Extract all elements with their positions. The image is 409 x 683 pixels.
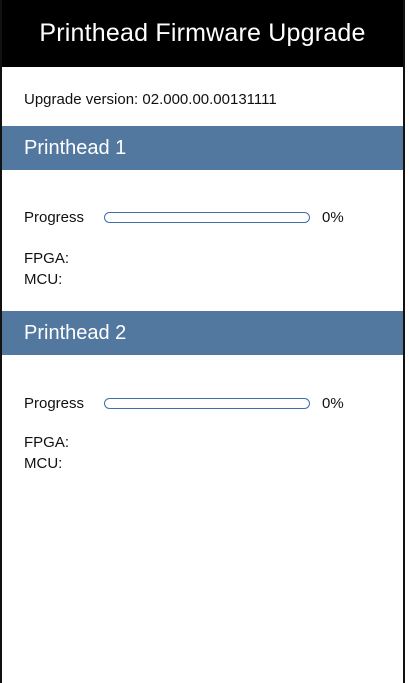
- upgrade-version-text: Upgrade version: 02.000.00.00131111: [24, 91, 277, 108]
- printhead-2-progress-bar: [104, 398, 310, 409]
- printhead-1-header: Printhead 1: [2, 126, 403, 170]
- printhead-1-title: Printhead 1: [24, 136, 127, 159]
- printhead-2-progress-percent: 0%: [322, 395, 344, 412]
- printhead-2-title: Printhead 2: [24, 321, 127, 344]
- printhead-1-progress-percent: 0%: [322, 209, 344, 226]
- printhead-1-mcu-label: MCU:: [24, 271, 63, 288]
- printhead-1-progress-bar: [104, 212, 310, 223]
- printhead-2-header: Printhead 2: [2, 311, 403, 355]
- printhead-1-fpga-label: FPGA:: [24, 250, 70, 267]
- printhead-2-fpga-label: FPGA:: [24, 434, 70, 451]
- printhead-1-progress-row: Progress 0%: [24, 209, 344, 226]
- printhead-2-mcu-label: MCU:: [24, 455, 63, 472]
- page-title: Printhead Firmware Upgrade: [39, 19, 366, 47]
- printhead-2-progress-label: Progress: [24, 395, 85, 412]
- printhead-2-progress-row: Progress 0%: [24, 395, 344, 412]
- title-bar: Printhead Firmware Upgrade: [2, 0, 403, 67]
- firmware-upgrade-screen: Printhead Firmware Upgrade Upgrade versi…: [0, 0, 405, 683]
- printhead-1-progress-label: Progress: [24, 209, 85, 226]
